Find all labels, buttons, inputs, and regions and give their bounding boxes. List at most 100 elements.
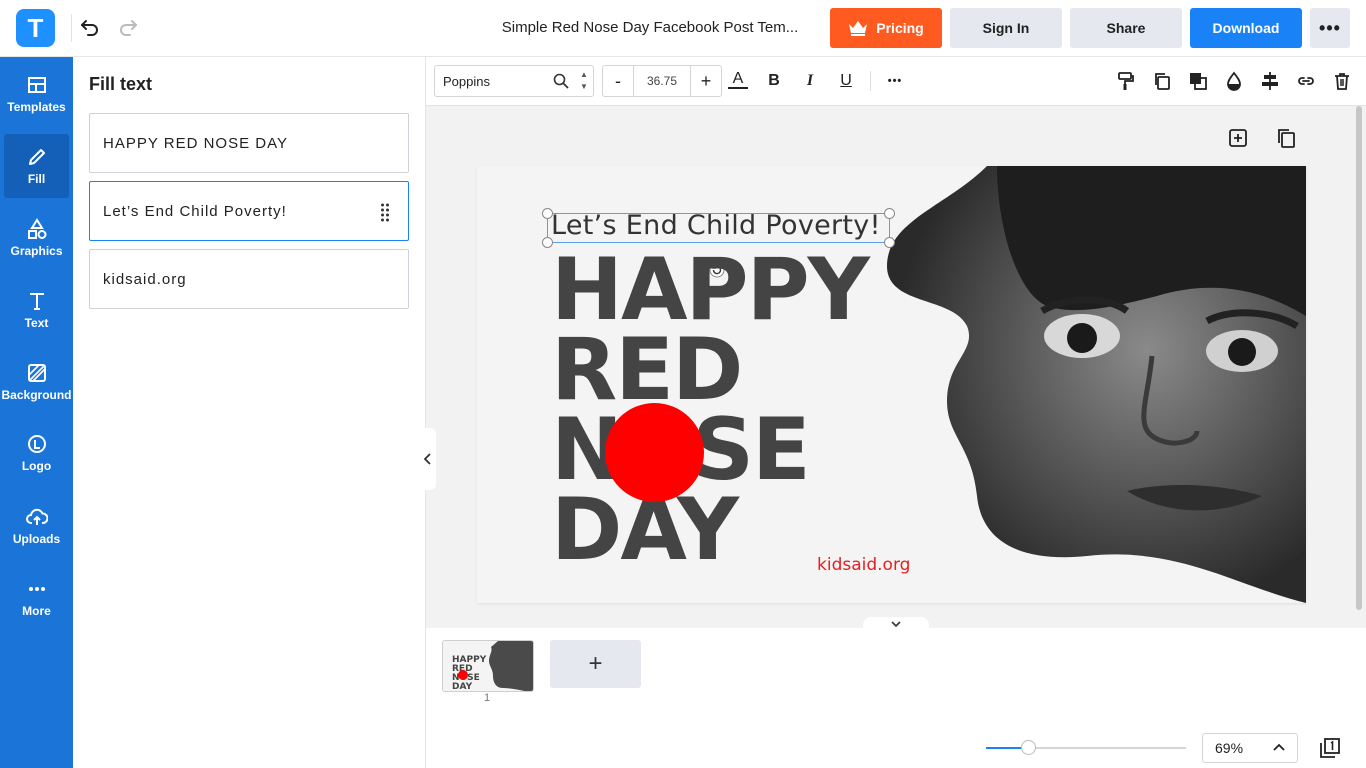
field-value: HAPPY RED NOSE DAY — [103, 134, 288, 152]
sidebar-item-graphics[interactable]: Graphics — [4, 206, 69, 270]
sidebar-item-text[interactable]: Text — [4, 278, 69, 342]
resize-handle[interactable] — [884, 237, 895, 248]
design-url-text[interactable]: kidsaid.org — [817, 555, 910, 575]
zoom-slider[interactable] — [986, 740, 1186, 755]
shapes-icon — [27, 218, 46, 239]
sidebar-item-label: Fill — [27, 172, 46, 186]
link-icon[interactable] — [1296, 71, 1316, 91]
logo-letter: T — [27, 12, 44, 43]
fill-field-url[interactable]: kidsaid.org — [89, 249, 409, 309]
sidebar-item-fill[interactable]: Fill — [4, 134, 69, 198]
text-icon — [29, 293, 44, 310]
toolbar-divider — [870, 71, 871, 91]
vertical-scrollbar[interactable] — [1356, 106, 1362, 610]
selection-box[interactable] — [542, 208, 895, 248]
more-text-options-button[interactable]: ••• — [885, 71, 905, 91]
sidebar-item-logo[interactable]: Logo — [4, 421, 69, 485]
page-thumbnail[interactable]: HAPPY RED NOSE DAY — [442, 640, 534, 692]
share-button[interactable]: Share — [1070, 8, 1182, 48]
background-icon — [27, 364, 46, 382]
sidebar-item-label: Graphics — [10, 244, 63, 258]
more-options-button[interactable]: ••• — [1310, 8, 1350, 48]
field-value: Let’s End Child Poverty! — [103, 202, 287, 220]
resize-handle[interactable] — [884, 208, 895, 219]
redo-icon[interactable] — [116, 16, 140, 40]
panel-title: Fill text — [89, 74, 153, 94]
app-logo[interactable]: T — [16, 9, 55, 47]
pricing-button[interactable]: Pricing — [830, 8, 942, 48]
left-sidebar: Templates Fill Graphics Text Background … — [0, 57, 73, 768]
headline-line: RED — [551, 320, 743, 420]
design-canvas[interactable]: Let’s End Child Poverty! HAPPY RED NOSE … — [477, 166, 1306, 603]
align-icon[interactable] — [1260, 71, 1280, 91]
top-bar: T Simple Red Nose Day Facebook Post Tem.… — [0, 0, 1366, 57]
sidebar-item-label: More — [22, 604, 51, 618]
layer-order-icon[interactable] — [1188, 71, 1208, 91]
chevron-up-icon — [1273, 743, 1285, 751]
headline-line: HAPPY — [551, 240, 870, 340]
headline-line: NOSE — [551, 407, 868, 493]
fill-text-panel: Fill text HAPPY RED NOSE DAY Let’s End C… — [73, 57, 426, 768]
sign-in-button[interactable]: Sign In — [950, 8, 1062, 48]
sidebar-item-uploads[interactable]: Uploads — [4, 494, 69, 558]
add-page-icon[interactable] — [1227, 127, 1249, 149]
document-title[interactable]: Simple Red Nose Day Facebook Post Tem... — [490, 19, 810, 36]
download-button[interactable]: Download — [1190, 8, 1302, 48]
field-value: kidsaid.org — [103, 270, 187, 288]
sidebar-item-label: Templates — [7, 100, 66, 114]
font-size-control: - 36.75 + — [602, 65, 722, 97]
add-page-button[interactable]: + — [550, 640, 641, 688]
templates-icon — [27, 77, 46, 93]
pricing-label: Pricing — [876, 20, 924, 36]
sidebar-item-templates[interactable]: Templates — [4, 62, 69, 126]
pencil-icon — [28, 149, 45, 165]
chevron-down-icon — [891, 620, 901, 627]
format-painter-icon[interactable] — [1116, 71, 1136, 91]
underline-button[interactable]: U — [836, 71, 856, 91]
text-toolbar: Poppins ▲ ▼ - 36.75 + A B I U ••• — [426, 57, 1366, 106]
duplicate-page-icon[interactable] — [1275, 127, 1297, 149]
more-icon — [28, 587, 45, 591]
opacity-icon[interactable] — [1224, 71, 1244, 91]
font-size-increase-button[interactable]: + — [691, 66, 721, 96]
expand-pages-button[interactable] — [863, 617, 929, 631]
font-stepper-icon[interactable]: ▲ ▼ — [579, 69, 589, 93]
design-headline[interactable]: HAPPY RED NOSE DAY — [551, 240, 870, 573]
divider — [71, 14, 72, 42]
crown-icon — [849, 21, 868, 36]
svg-text:DAY: DAY — [452, 682, 473, 692]
font-name: Poppins — [443, 73, 490, 89]
resize-handle[interactable] — [542, 208, 553, 219]
drag-handle-icon[interactable] — [380, 202, 390, 222]
sidebar-item-label: Background — [1, 388, 72, 402]
red-nose-circle[interactable] — [605, 403, 704, 502]
sidebar-item-more[interactable]: More — [4, 566, 69, 630]
zoom-slider-handle[interactable] — [1021, 740, 1036, 755]
italic-button[interactable]: I — [800, 71, 820, 91]
font-size-decrease-button[interactable]: - — [603, 66, 633, 96]
canvas-workspace: Poppins ▲ ▼ - 36.75 + A B I U ••• Let’s … — [426, 57, 1366, 628]
sidebar-item-label: Logo — [21, 459, 52, 473]
child-portrait-photo — [887, 166, 1306, 603]
font-family-select[interactable]: Poppins ▲ ▼ — [434, 65, 594, 97]
fill-field-subtitle[interactable]: Let’s End Child Poverty! — [89, 181, 409, 241]
thumbnail-preview: HAPPY RED NOSE DAY — [443, 641, 533, 692]
page-number: 1 — [484, 692, 491, 704]
collapse-panel-button[interactable] — [420, 428, 436, 490]
font-size-input[interactable]: 36.75 — [633, 66, 691, 96]
chevron-left-icon — [424, 453, 431, 465]
sidebar-item-label: Text — [24, 316, 49, 330]
bold-button[interactable]: B — [764, 71, 784, 91]
sidebar-item-background[interactable]: Background — [1, 350, 72, 414]
sidebar-item-label: Uploads — [12, 532, 61, 546]
trash-icon[interactable] — [1332, 71, 1352, 91]
zoom-select[interactable]: 69% — [1202, 733, 1298, 763]
pages-overview-icon[interactable] — [1318, 736, 1342, 760]
duplicate-icon[interactable] — [1152, 71, 1172, 91]
search-icon — [553, 73, 569, 89]
text-color-button[interactable]: A — [728, 70, 748, 89]
logo-icon — [27, 435, 46, 453]
fill-field-headline[interactable]: HAPPY RED NOSE DAY — [89, 113, 409, 173]
zoom-value: 69% — [1215, 740, 1244, 756]
undo-icon[interactable] — [78, 16, 102, 40]
